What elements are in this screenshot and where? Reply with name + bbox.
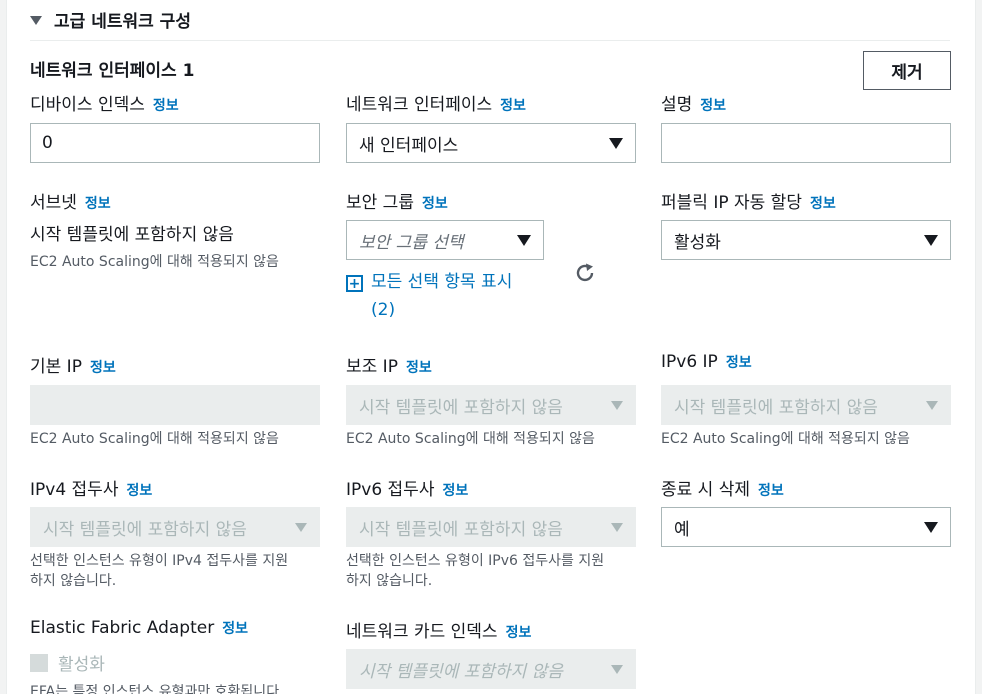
- network-card-index-label: 네트워크 카드 인덱스 정보: [346, 622, 532, 642]
- ipv6-prefix-select: 시작 템플릿에 포함하지 않음: [346, 507, 636, 547]
- caret-down-icon: [30, 15, 42, 25]
- dropdown-caret-icon: [295, 522, 307, 532]
- dropdown-caret-icon: [517, 234, 531, 246]
- ipv4-prefix-desc: 선택한 인스턴스 유형이 IPv4 접두사를 지원 하지 않습니다.: [30, 553, 289, 589]
- efa-info-link[interactable]: 정보: [222, 618, 248, 638]
- ipv6-prefix-label: IPv6 접두사 정보: [346, 480, 469, 500]
- security-group-select[interactable]: 보안 그룹 선택: [346, 220, 544, 260]
- refresh-icon[interactable]: [574, 262, 596, 284]
- primary-ip-label: 기본 IP 정보: [30, 357, 116, 377]
- advanced-network-section-toggle[interactable]: 고급 네트워크 구성: [30, 6, 191, 32]
- description-input[interactable]: [661, 123, 951, 163]
- subnet-desc: EC2 Auto Scaling에 대해 적용되지 않음: [30, 254, 279, 270]
- subnet-label: 서브넷 정보: [30, 193, 111, 213]
- ipv6-ip-desc: EC2 Auto Scaling에 대해 적용되지 않음: [661, 431, 910, 447]
- security-group-info-link[interactable]: 정보: [422, 193, 448, 213]
- dropdown-caret-icon: [611, 522, 623, 532]
- efa-desc: EFA는 특정 인스턴스 유형과만 호환됩니다: [30, 684, 280, 694]
- ipv4-prefix-label: IPv4 접두사 정보: [30, 480, 153, 500]
- section-title: 고급 네트워크 구성: [54, 11, 191, 32]
- efa-checkbox-row: 활성화: [30, 650, 105, 675]
- secondary-ip-label: 보조 IP 정보: [346, 357, 432, 377]
- network-interface-label: 네트워크 인터페이스 정보: [346, 95, 526, 115]
- subnet-value: 시작 템플릿에 포함하지 않음: [30, 225, 234, 245]
- network-interface-select[interactable]: 새 인터페이스: [346, 123, 636, 163]
- description-info-link[interactable]: 정보: [700, 95, 726, 115]
- dropdown-caret-icon: [609, 137, 623, 149]
- secondary-ip-select: 시작 템플릿에 포함하지 않음: [346, 385, 636, 425]
- expand-plus-icon: +: [346, 275, 363, 292]
- ipv4-prefix-info-link[interactable]: 정보: [126, 480, 152, 500]
- security-group-label: 보안 그룹 정보: [346, 193, 448, 213]
- primary-ip-info-link[interactable]: 정보: [90, 357, 116, 377]
- ipv6-ip-label: IPv6 IP 정보: [661, 352, 752, 372]
- interface-title: 네트워크 인터페이스 1: [30, 61, 195, 81]
- primary-ip-desc: EC2 Auto Scaling에 대해 적용되지 않음: [30, 431, 279, 447]
- delete-on-termination-label: 종료 시 삭제 정보: [661, 480, 784, 500]
- subnet-info-link[interactable]: 정보: [85, 193, 111, 213]
- show-all-selections-link[interactable]: + 모든 선택 항목 표시 (2): [346, 268, 512, 324]
- network-card-index-select: 시작 템플릿에 포함하지 않음: [346, 649, 636, 689]
- primary-ip-input: [30, 385, 320, 425]
- secondary-ip-info-link[interactable]: 정보: [406, 357, 432, 377]
- description-label: 설명 정보: [661, 95, 727, 115]
- delete-on-termination-info-link[interactable]: 정보: [758, 480, 784, 500]
- device-index-label: 디바이스 인덱스 정보: [30, 95, 179, 115]
- secondary-ip-desc: EC2 Auto Scaling에 대해 적용되지 않음: [346, 431, 595, 447]
- ipv4-prefix-select: 시작 템플릿에 포함하지 않음: [30, 507, 320, 547]
- public-ip-label: 퍼블릭 IP 자동 할당 정보: [661, 193, 836, 213]
- ipv6-prefix-desc: 선택한 인스턴스 유형이 IPv6 접두사를 지원 하지 않습니다.: [346, 553, 605, 589]
- dropdown-caret-icon: [611, 664, 623, 674]
- dropdown-caret-icon: [926, 400, 938, 410]
- dropdown-caret-icon: [924, 234, 938, 246]
- efa-checkbox: [30, 653, 48, 672]
- ipv6-ip-select: 시작 템플릿에 포함하지 않음: [661, 385, 951, 425]
- public-ip-info-link[interactable]: 정보: [810, 193, 836, 213]
- ipv6-prefix-info-link[interactable]: 정보: [442, 480, 468, 500]
- public-ip-select[interactable]: 활성화: [661, 220, 951, 260]
- remove-button[interactable]: 제거: [863, 51, 951, 90]
- device-index-input[interactable]: 0: [30, 123, 320, 163]
- dropdown-caret-icon: [924, 521, 938, 533]
- network-card-index-info-link[interactable]: 정보: [506, 622, 532, 642]
- network-interface-info-link[interactable]: 정보: [500, 95, 526, 115]
- dropdown-caret-icon: [611, 400, 623, 410]
- section-divider: [30, 40, 950, 41]
- efa-label: Elastic Fabric Adapter 정보: [30, 618, 248, 638]
- ipv6-ip-info-link[interactable]: 정보: [726, 352, 752, 372]
- device-index-info-link[interactable]: 정보: [153, 95, 179, 115]
- delete-on-termination-select[interactable]: 예: [661, 507, 951, 547]
